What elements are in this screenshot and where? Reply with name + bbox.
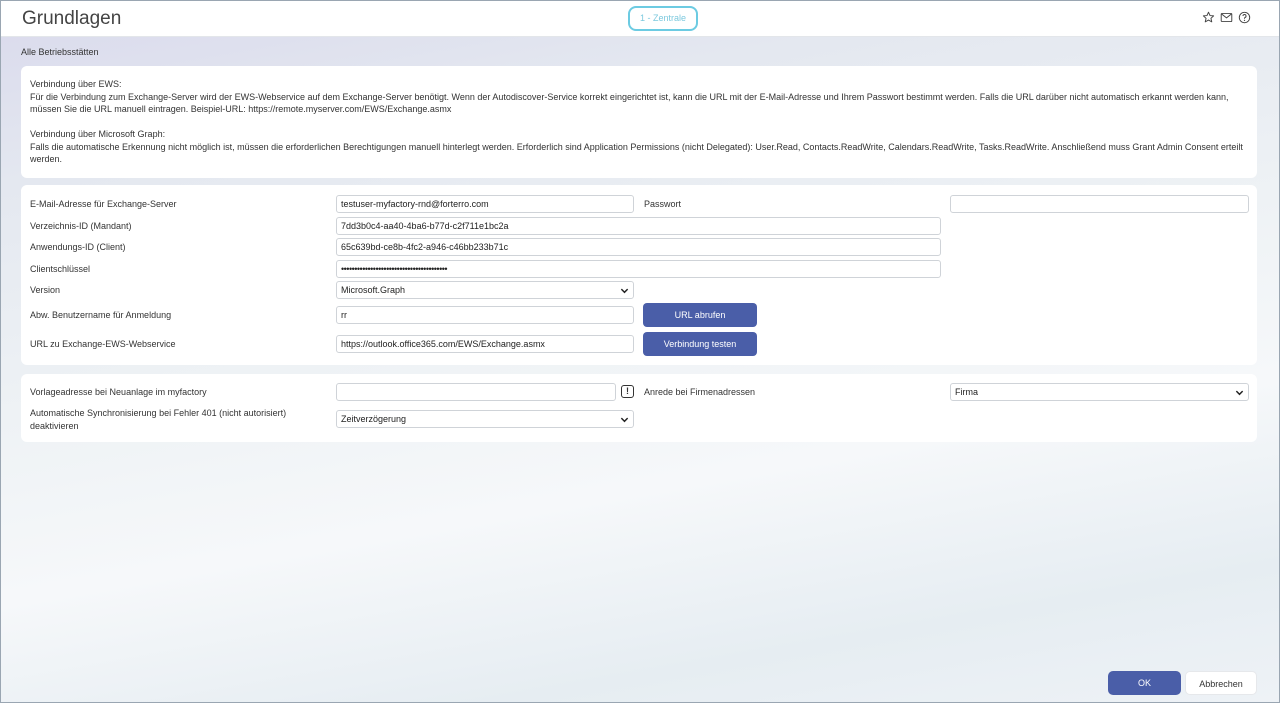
ews-heading: Verbindung über EWS:	[30, 79, 122, 89]
tenant-id-field[interactable]: 7dd3b0c4-aa40-4ba6-b77d-c2f711e1bc2a	[336, 217, 941, 235]
ews-text: Für die Verbindung zum Exchange-Server w…	[30, 91, 1229, 115]
chevron-down-icon	[620, 417, 629, 423]
sync-select[interactable]: Zeitverzögerung	[336, 410, 634, 428]
sync-settings-panel: Vorlageadresse bei Neuanlage im myfactor…	[21, 374, 1257, 442]
salutation-label: Anrede bei Firmenadressen	[644, 387, 756, 397]
alt-username-field[interactable]: rr	[336, 306, 634, 324]
version-select-value: Microsoft.Graph	[341, 285, 406, 295]
ok-button[interactable]: OK	[1108, 671, 1181, 695]
client-id-field[interactable]: 65c639bd-ce8b-4fc2-a946-c46bb233b71c	[336, 238, 941, 256]
alt-username-label: Abw. Benutzername für Anmeldung	[30, 310, 172, 320]
company-selector[interactable]: 1 - Zentrale	[628, 6, 698, 31]
email-field[interactable]: testuser-myfactory-rnd@forterro.com	[336, 195, 634, 213]
help-icon[interactable]	[1238, 11, 1252, 25]
ews-url-label: URL zu Exchange-EWS-Webservice	[30, 339, 176, 349]
version-select[interactable]: Microsoft.Graph	[336, 281, 634, 299]
mail-icon[interactable]	[1220, 11, 1234, 25]
ews-url-field[interactable]: https://outlook.office365.com/EWS/Exchan…	[336, 335, 634, 353]
cancel-button[interactable]: Abbrechen	[1185, 671, 1257, 695]
template-address-field[interactable]	[336, 383, 616, 401]
salutation-select[interactable]: Firma	[950, 383, 1249, 401]
sync-label-line2: deaktivieren	[30, 420, 79, 431]
password-label: Passwort	[644, 199, 682, 209]
sync-select-value: Zeitverzögerung	[341, 414, 407, 424]
sync-label: Automatische Synchronisierung bei Fehler…	[30, 407, 286, 432]
password-field[interactable]	[950, 195, 1249, 213]
version-label: Version	[30, 285, 61, 295]
salutation-select-value: Firma	[955, 387, 978, 397]
client-id-label: Anwendungs-ID (Client)	[30, 242, 126, 252]
sync-label-line1: Automatische Synchronisierung bei Fehler…	[30, 408, 287, 418]
graph-heading: Verbindung über Microsoft Graph:	[30, 129, 166, 139]
template-address-label: Vorlageadresse bei Neuanlage im myfactor…	[30, 387, 207, 397]
alert-icon[interactable]: !	[621, 385, 634, 398]
page-title: Grundlagen	[22, 8, 122, 29]
chevron-down-icon	[620, 288, 629, 294]
info-panel: Verbindung über EWS: Für die Verbindung …	[21, 66, 1257, 178]
tenant-id-label: Verzeichnis-ID (Mandant)	[30, 221, 132, 231]
header-bar: Grundlagen 1 - Zentrale	[0, 0, 1280, 37]
graph-text: Falls die automatische Erkennung nicht m…	[30, 141, 1243, 165]
chevron-down-icon	[1235, 390, 1244, 396]
star-icon[interactable]	[1202, 11, 1216, 25]
email-label: E-Mail-Adresse für Exchange-Server	[30, 199, 177, 209]
client-secret-field[interactable]: ••••••••••••••••••••••••••••••••••••••••	[336, 260, 941, 278]
fetch-url-button[interactable]: URL abrufen	[643, 303, 757, 327]
connection-settings-panel: E-Mail-Adresse für Exchange-Server testu…	[21, 185, 1257, 365]
client-secret-label: Clientschlüssel	[30, 264, 91, 274]
location-scope-label: Alle Betriebsstätten	[21, 47, 99, 57]
test-connection-button[interactable]: Verbindung testen	[643, 332, 757, 356]
